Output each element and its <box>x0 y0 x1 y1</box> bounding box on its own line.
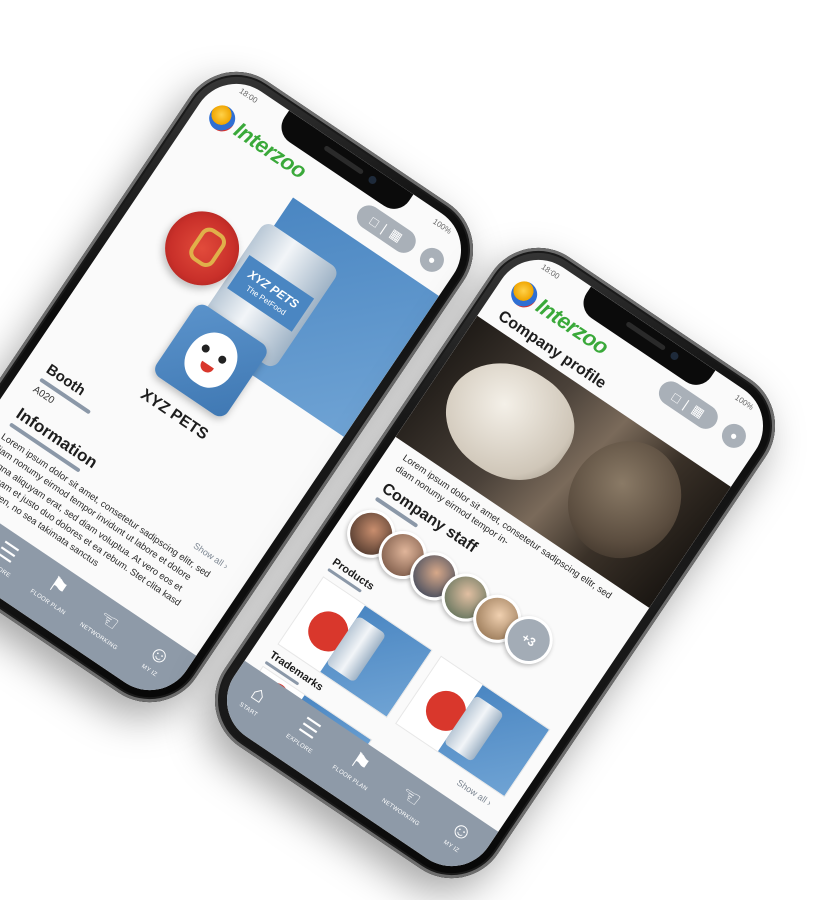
ticket-icon: □ <box>367 212 383 230</box>
more-staff-count: +3 <box>519 630 539 650</box>
chevron-right-icon: › <box>485 797 494 808</box>
qr-code-icon: ▦ <box>688 401 708 421</box>
notification-bell-icon[interactable]: ● <box>717 419 751 453</box>
notification-bell-icon[interactable]: ● <box>415 243 449 277</box>
divider: | <box>680 396 693 412</box>
status-time: 18:00 <box>237 86 260 106</box>
divider: | <box>378 220 391 236</box>
home-icon: ⌂ <box>246 679 272 709</box>
status-time: 18:00 <box>539 262 562 282</box>
status-battery: 100% <box>733 392 756 412</box>
dog-cat-logo-icon <box>175 322 248 397</box>
qr-code-icon: ▦ <box>386 225 406 245</box>
search-list-icon: ☰ <box>0 536 23 569</box>
ticket-icon: □ <box>669 388 685 406</box>
product-card[interactable] <box>395 655 551 798</box>
chevron-right-icon: › <box>221 561 231 572</box>
status-battery: 100% <box>431 216 454 236</box>
